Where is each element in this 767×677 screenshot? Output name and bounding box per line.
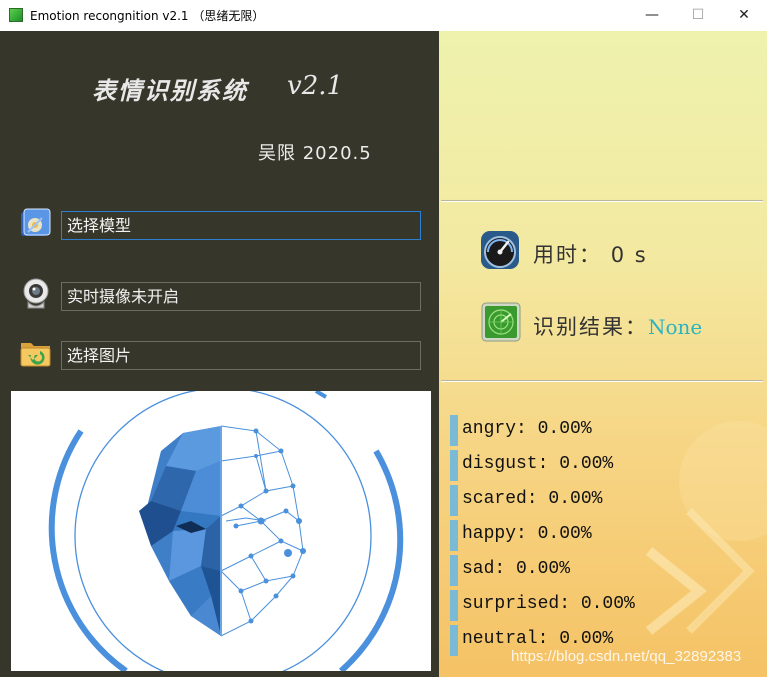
app-icon: [9, 8, 23, 22]
folder-image-icon[interactable]: [18, 335, 54, 371]
result-value: None: [648, 315, 703, 339]
result-caption: 识别结果：: [533, 315, 648, 339]
select-model-button[interactable]: 选择模型: [61, 211, 421, 240]
emotion-bar: [450, 450, 458, 481]
maximize-button[interactable]: ☐: [675, 0, 721, 31]
control-panel: 表情识别系统 v2.1 吴限 2020.5 选择模型 实时摄像未开启 选择图片: [0, 31, 439, 677]
top-divider: [441, 200, 763, 202]
emotion-surprised-label: surprised: 0.00%: [462, 594, 635, 614]
emotion-angry-label: angry: 0.00%: [462, 419, 592, 439]
title-bar: Emotion recongnition v2.1 （思绪无限） — ☐ ✕: [0, 0, 767, 31]
emotion-bar: [450, 555, 458, 586]
watermark-text: https://blog.csdn.net/qq_32892383: [511, 648, 742, 665]
app-version: v2.1: [287, 71, 344, 101]
emotion-neutral-label: neutral: 0.00%: [462, 629, 614, 649]
emotion-happy-label: happy: 0.00%: [462, 524, 592, 544]
speedometer-icon: [480, 230, 520, 270]
folder-model-icon[interactable]: [18, 206, 54, 242]
background-decoration: [645, 421, 767, 635]
author-label: 吴限 2020.5: [258, 143, 372, 164]
emotion-bar: [450, 590, 458, 621]
emotion-bar: [450, 520, 458, 551]
app-title: 表情识别系统: [92, 76, 248, 105]
image-preview: [11, 391, 431, 671]
time-caption: 用时：: [533, 243, 602, 267]
time-label: 用时： 0 s: [533, 239, 648, 269]
bottom-divider: [441, 380, 763, 382]
emotion-sad-label: sad: 0.00%: [462, 559, 571, 579]
face-placeholder-image: [48, 391, 404, 671]
camera-toggle-button[interactable]: 实时摄像未开启: [61, 282, 421, 311]
time-value: 0 s: [610, 243, 648, 267]
emotion-bar: [450, 485, 458, 516]
emotion-bar: [450, 415, 458, 446]
close-button[interactable]: ✕: [721, 0, 767, 31]
window-title: Emotion recongnition v2.1 （思绪无限）: [30, 9, 265, 23]
result-panel: 用时： 0 s 识别结果：None angry: 0.00% disgust: …: [439, 31, 767, 677]
select-image-button[interactable]: 选择图片: [61, 341, 421, 370]
webcam-icon[interactable]: [18, 276, 54, 312]
minimize-button[interactable]: —: [629, 0, 675, 31]
result-label: 识别结果：None: [533, 311, 702, 341]
emotion-scared-label: scared: 0.00%: [462, 489, 603, 509]
emotion-disgust-label: disgust: 0.00%: [462, 454, 614, 474]
emotion-bar: [450, 625, 458, 656]
radar-icon: [481, 302, 521, 342]
